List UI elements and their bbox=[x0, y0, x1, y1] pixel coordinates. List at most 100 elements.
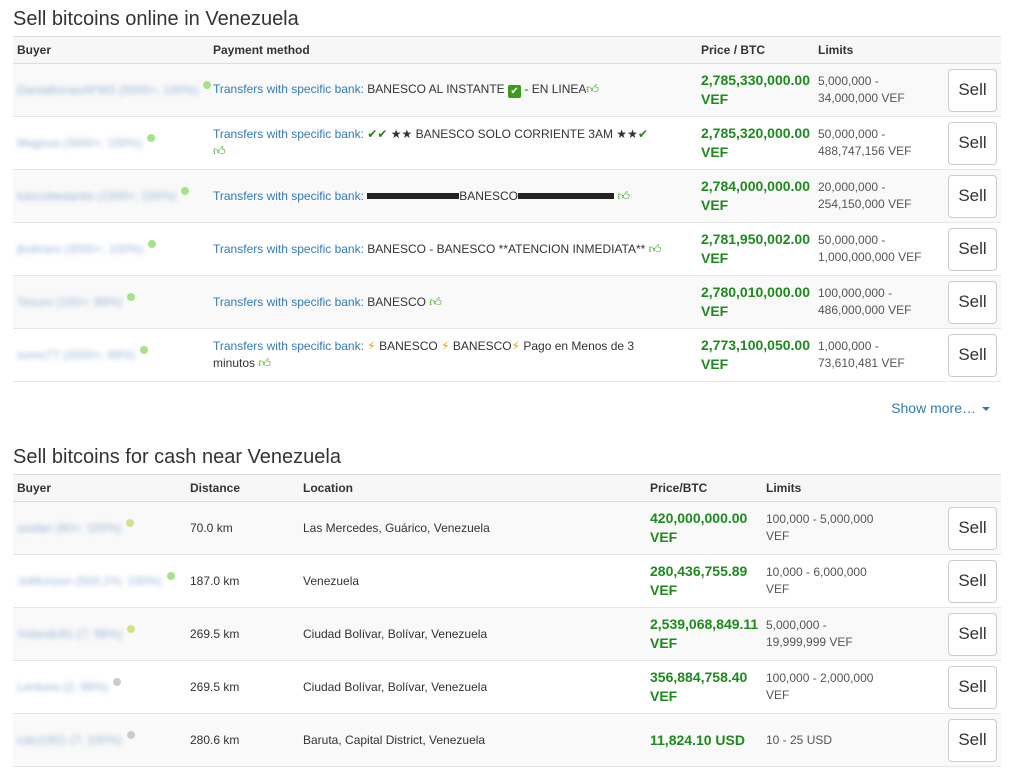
sell-button[interactable]: Sell bbox=[948, 121, 997, 165]
show-more-link[interactable]: Show more… bbox=[870, 400, 990, 416]
limits-min: 20,000,000 - bbox=[818, 180, 886, 194]
distance-cell: 70.0 km bbox=[186, 501, 299, 555]
limits-range: 10 - 25 USD bbox=[766, 732, 833, 747]
online-status-dot bbox=[113, 678, 122, 686]
limits-min: 1,000,000 - bbox=[818, 339, 879, 353]
payment-method-text: BANESCO - BANESCO **ATENCION INMEDIATA** bbox=[367, 241, 646, 256]
sell-button[interactable]: Sell bbox=[948, 68, 997, 112]
buyer-link[interactable]: catu1901 (7; 100%) bbox=[17, 733, 122, 747]
sell-button[interactable]: Sell bbox=[948, 280, 997, 324]
header-action bbox=[944, 474, 1001, 502]
buyer-link[interactable]: JoMonson (500,1%; 100%) bbox=[17, 574, 162, 588]
payment-method-cell: Transfers with specific bank: ✔✔ ★★ BANE… bbox=[209, 116, 697, 170]
payment-method-link[interactable]: Transfers with specific bank: bbox=[213, 339, 364, 353]
limits-range: 100,000 - 2,000,000 bbox=[766, 671, 874, 685]
table-row: DaniaBonasAFMS (5000+; 100%) Transfers w… bbox=[13, 63, 1001, 117]
payment-method-link[interactable]: Transfers with specific bank: bbox=[213, 127, 364, 141]
payment-method-extra: - EN LINEA bbox=[524, 82, 587, 96]
table-row: somo77 (3000+; 99%) Transfers with speci… bbox=[13, 328, 1001, 382]
payment-method-text: ★★ BANESCO SOLO CORRIENTE 3AM ★★ bbox=[390, 127, 638, 141]
payment-method-link[interactable]: Transfers with specific bank: bbox=[213, 189, 364, 203]
payment-method-text: BANESCO bbox=[452, 339, 512, 353]
buyer-link[interactable]: Tesuro (100+; 99%) bbox=[17, 295, 122, 309]
payment-method-link[interactable]: Transfers with specific bank: bbox=[213, 295, 364, 309]
payment-method-text: Pago en Menos de 3 bbox=[523, 339, 635, 353]
lightning-icon: ⚡︎ bbox=[441, 339, 450, 353]
table-row: JoMonson (500,1%; 100%) 187.0 km Venezue… bbox=[13, 554, 1001, 608]
sell-button[interactable]: Sell bbox=[948, 559, 997, 603]
price-currency: VEF bbox=[701, 144, 729, 160]
price-value: 356,884,758.40 bbox=[650, 669, 748, 685]
cash-offers-table: Buyer Distance Location Price/BTC Limits… bbox=[13, 474, 1001, 767]
payment-method-text: BANESCO bbox=[367, 294, 426, 309]
location-cell: Ciudad Bolívar, Bolívar, Venezuela bbox=[299, 660, 646, 714]
distance-cell: 187.0 km bbox=[186, 554, 299, 608]
limits-min: 50,000,000 - bbox=[818, 233, 886, 247]
table-row: catu1901 (7; 100%) 280.6 km Baruta, Capi… bbox=[13, 713, 1001, 767]
sell-button[interactable]: Sell bbox=[948, 333, 997, 377]
payment-method-link[interactable]: Transfers with specific bank: bbox=[213, 82, 364, 96]
table-row: Yolando91 (7; 99%) 269.5 km Ciudad Bolív… bbox=[13, 607, 1001, 661]
price-currency: VEF bbox=[650, 635, 678, 651]
limits-currency: VEF bbox=[766, 529, 790, 543]
price-value: 420,000,000.00 bbox=[650, 510, 748, 526]
sell-button[interactable]: Sell bbox=[948, 227, 997, 271]
buyer-link[interactable]: sealan (60+; 100%) bbox=[17, 521, 121, 535]
limits-min: 100,000,000 - bbox=[818, 286, 893, 300]
table-row: Magnus (3000+; 100%) Transfers with spec… bbox=[13, 116, 1001, 170]
header-price: Price / BTC bbox=[697, 36, 814, 64]
sell-button[interactable]: Sell bbox=[948, 718, 997, 762]
limits-min: 50,000,000 - bbox=[818, 127, 886, 141]
online-status-dot bbox=[181, 187, 190, 195]
buyer-link[interactable]: jbolivars (3000+; 100%) bbox=[17, 242, 143, 256]
show-more-label: Show more… bbox=[891, 400, 976, 416]
thumbs-up-icon: 👍︎ bbox=[213, 144, 226, 158]
header-action bbox=[944, 36, 1001, 64]
thumbs-up-icon: 👍︎ bbox=[258, 356, 271, 370]
buyer-link[interactable]: Lentons (2; 99%) bbox=[17, 680, 108, 694]
price-currency: VEF bbox=[701, 250, 729, 266]
limits-range: 10,000 - 6,000,000 bbox=[766, 565, 867, 579]
buyer-link[interactable]: Magnus (3000+; 100%) bbox=[17, 136, 142, 150]
checkmark-icon: ✔✔ bbox=[367, 127, 388, 141]
online-status-dot bbox=[147, 134, 156, 142]
table-row: Lentons (2; 99%) 269.5 km Ciudad Bolívar… bbox=[13, 660, 1001, 714]
sell-button[interactable]: Sell bbox=[948, 506, 997, 550]
header-limits: Limits bbox=[814, 36, 944, 64]
online-section: Sell bitcoins online in Venezuela Buyer … bbox=[13, 2, 1001, 382]
buyer-link[interactable]: DaniaBonasAFMS (5000+; 100%) bbox=[17, 83, 198, 97]
buyer-link[interactable]: Yolando91 (7; 99%) bbox=[17, 627, 122, 641]
thumbs-up-icon: 👍︎ bbox=[617, 188, 630, 203]
price-currency: VEF bbox=[701, 303, 729, 319]
table-row: Tesuro (100+; 99%) Transfers with specif… bbox=[13, 275, 1001, 329]
online-status-dot bbox=[127, 293, 136, 301]
online-status-dot bbox=[126, 731, 135, 739]
location-cell: Baruta, Capital District, Venezuela bbox=[299, 713, 646, 767]
caret-down-icon bbox=[982, 407, 990, 411]
header-payment-method: Payment method bbox=[209, 36, 697, 64]
sell-button[interactable]: Sell bbox=[948, 665, 997, 709]
limits-max: 488,747,156 VEF bbox=[818, 144, 912, 158]
price-currency: VEF bbox=[701, 197, 729, 213]
thumbs-up-icon: 👍︎ bbox=[429, 294, 442, 309]
online-section-title: Sell bitcoins online in Venezuela bbox=[13, 8, 299, 30]
buyer-link[interactable]: somo77 (3000+; 99%) bbox=[17, 348, 135, 362]
distance-cell: 269.5 km bbox=[186, 660, 299, 714]
thumbs-up-icon: 👍︎ bbox=[586, 82, 599, 96]
redacted-glyphs-icon bbox=[517, 193, 614, 200]
payment-method-link[interactable]: Transfers with specific bank: bbox=[213, 242, 364, 256]
lightning-icon: ⚡︎ bbox=[367, 339, 376, 353]
sell-button[interactable]: Sell bbox=[948, 612, 997, 656]
table-row: jbolivars (3000+; 100%) Transfers with s… bbox=[13, 222, 1001, 276]
location-cell: Las Mercedes, Guárico, Venezuela bbox=[299, 501, 646, 555]
price-value: 2,785,320,000.00 bbox=[701, 125, 810, 141]
lightning-icon: ⚡︎ bbox=[511, 339, 521, 353]
distance-cell: 269.5 km bbox=[186, 607, 299, 661]
checkmark-icon: ✔ bbox=[508, 85, 522, 98]
header-price: Price/BTC bbox=[646, 474, 762, 502]
limits-max: 254,150,000 VEF bbox=[818, 197, 912, 211]
buyer-link[interactable]: tuiscobedantis (1000+; 100%) bbox=[17, 189, 176, 203]
limits-range: 100,000 - 5,000,000 bbox=[766, 512, 874, 526]
price-currency: VEF bbox=[650, 529, 678, 545]
sell-button[interactable]: Sell bbox=[948, 174, 997, 218]
